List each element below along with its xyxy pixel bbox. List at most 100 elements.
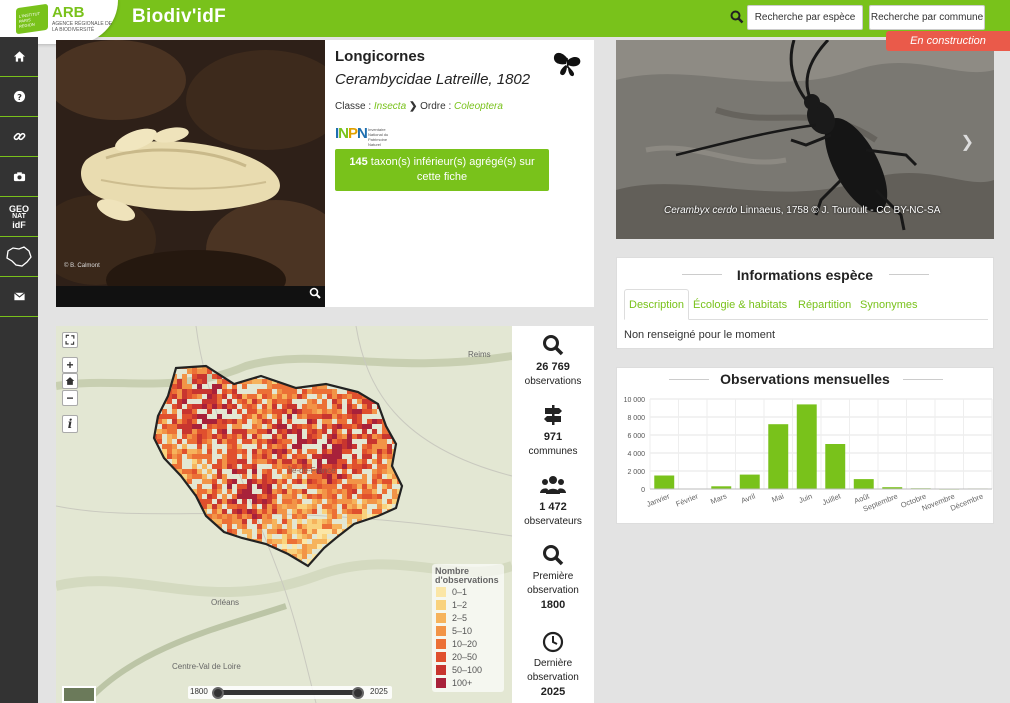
info-button[interactable]: i bbox=[62, 415, 78, 433]
taxa-text: taxon(s) inférieur(s) agrégé(s) sur cett… bbox=[370, 156, 535, 183]
heat-cell bbox=[307, 404, 312, 409]
heat-cell bbox=[282, 454, 287, 459]
bar-juin[interactable] bbox=[796, 404, 817, 489]
heat-cell bbox=[357, 399, 362, 404]
heat-cell bbox=[257, 514, 262, 519]
heat-cell bbox=[212, 384, 217, 389]
heat-cell bbox=[187, 414, 192, 419]
heat-cell bbox=[172, 424, 177, 429]
fullscreen-button[interactable]: ⛶ bbox=[62, 332, 78, 348]
geonat-label-idf: idF bbox=[12, 219, 26, 230]
heat-cell bbox=[287, 529, 292, 534]
heat-cell bbox=[197, 469, 202, 474]
heat-cell bbox=[307, 419, 312, 424]
heat-cell bbox=[232, 444, 237, 449]
search-species-button[interactable]: Recherche par espèce bbox=[747, 5, 863, 30]
heat-cell bbox=[232, 449, 237, 454]
heat-cell bbox=[282, 544, 287, 549]
heat-cell bbox=[367, 439, 372, 444]
heat-cell bbox=[347, 444, 352, 449]
home-extent-button[interactable] bbox=[62, 373, 78, 389]
heat-cell bbox=[337, 409, 342, 414]
heat-cell bbox=[327, 389, 332, 394]
distribution-map[interactable]: ⛶ + − i Reims Orléans Centre-Val de Loir… bbox=[56, 326, 512, 703]
heat-cell bbox=[282, 449, 287, 454]
heat-cell bbox=[282, 394, 287, 399]
sidebar-item-photos[interactable] bbox=[0, 157, 38, 197]
tab-distribution[interactable]: Répartition bbox=[794, 289, 855, 320]
aggregated-taxa-button[interactable]: 145 taxon(s) inférieur(s) agrégé(s) sur … bbox=[335, 149, 549, 191]
heat-cell bbox=[317, 529, 322, 534]
heat-cell bbox=[292, 404, 297, 409]
species-common-name: Longicornes bbox=[335, 48, 426, 65]
heat-cell bbox=[182, 394, 187, 399]
heat-cell bbox=[217, 439, 222, 444]
sidebar-item-home[interactable] bbox=[0, 37, 38, 77]
tab-description[interactable]: Description bbox=[624, 289, 690, 320]
heat-cell bbox=[322, 494, 327, 499]
heat-cell bbox=[367, 464, 372, 469]
heat-cell bbox=[267, 454, 272, 459]
sidebar-item-geonat[interactable]: GEO NAT idF bbox=[0, 197, 38, 237]
heat-cell bbox=[332, 529, 337, 534]
heat-cell bbox=[297, 489, 302, 494]
bar-mai[interactable] bbox=[768, 424, 789, 489]
heat-cell bbox=[182, 429, 187, 434]
bar-janvier[interactable] bbox=[654, 475, 675, 490]
heat-cell bbox=[242, 394, 247, 399]
stat-observers: 1 472 observateurs bbox=[512, 474, 594, 529]
heat-cell bbox=[337, 514, 342, 519]
slider-min-handle[interactable] bbox=[212, 687, 224, 699]
sidebar-item-contact[interactable] bbox=[0, 277, 38, 317]
zoom-out-button[interactable]: − bbox=[62, 390, 78, 406]
heat-cell bbox=[247, 484, 252, 489]
bar-avril[interactable] bbox=[739, 474, 760, 489]
heat-cell bbox=[227, 489, 232, 494]
carousel-next-icon[interactable]: ❯ bbox=[961, 132, 974, 152]
heat-cell bbox=[312, 504, 317, 509]
heat-cell bbox=[252, 394, 257, 399]
species-photo-main[interactable]: © B. Calmont bbox=[56, 40, 325, 307]
heat-cell bbox=[372, 479, 377, 484]
legend-row: 1–2 bbox=[436, 598, 467, 611]
heat-cell bbox=[217, 424, 222, 429]
heat-cell bbox=[207, 419, 212, 424]
heat-cell bbox=[337, 404, 342, 409]
heat-cell bbox=[307, 449, 312, 454]
heat-cell bbox=[367, 444, 372, 449]
basemap-toggle[interactable] bbox=[62, 686, 96, 703]
heat-cell bbox=[202, 499, 207, 504]
stat-communes-value: 971 bbox=[543, 431, 563, 443]
heat-cell bbox=[367, 494, 372, 499]
species-photo-carousel[interactable]: ❯ Cerambyx cerdo Linnaeus, 1758 © J. Tou… bbox=[616, 40, 994, 239]
sidebar-item-help[interactable]: ? bbox=[0, 77, 38, 117]
heat-cell bbox=[232, 529, 237, 534]
heat-cell bbox=[357, 504, 362, 509]
search-commune-button[interactable]: Recherche par commune bbox=[869, 5, 985, 30]
site-title[interactable]: Biodiv'idF bbox=[132, 6, 226, 28]
zoom-in-button[interactable]: + bbox=[62, 357, 78, 373]
heat-cell bbox=[287, 429, 292, 434]
zoom-icon[interactable] bbox=[309, 287, 321, 299]
heat-cell bbox=[192, 439, 197, 444]
sidebar-item-idf-map[interactable] bbox=[0, 237, 38, 277]
heat-cell bbox=[242, 524, 247, 529]
chevron-right-icon: ❯ bbox=[408, 101, 418, 112]
year-range-slider[interactable]: 1800 2025 bbox=[188, 686, 392, 699]
bar-juillet[interactable] bbox=[825, 444, 846, 489]
heat-cell bbox=[192, 424, 197, 429]
construction-badge: En construction bbox=[886, 31, 1010, 51]
heat-cell bbox=[382, 484, 387, 489]
heat-cell bbox=[362, 459, 367, 464]
sidebar-item-links[interactable] bbox=[0, 117, 38, 157]
tab-ecology[interactable]: Écologie & habitats bbox=[689, 289, 791, 320]
inpn-logo[interactable]: INPN bbox=[335, 125, 368, 142]
bar-août[interactable] bbox=[853, 479, 874, 489]
order-link[interactable]: Coleoptera bbox=[454, 101, 503, 112]
heat-cell bbox=[192, 374, 197, 379]
tab-synonyms[interactable]: Synonymes bbox=[856, 289, 921, 320]
heat-cell bbox=[242, 434, 247, 439]
heat-cell bbox=[267, 474, 272, 479]
class-link[interactable]: Insecta bbox=[374, 101, 406, 112]
slider-max-handle[interactable] bbox=[352, 687, 364, 699]
